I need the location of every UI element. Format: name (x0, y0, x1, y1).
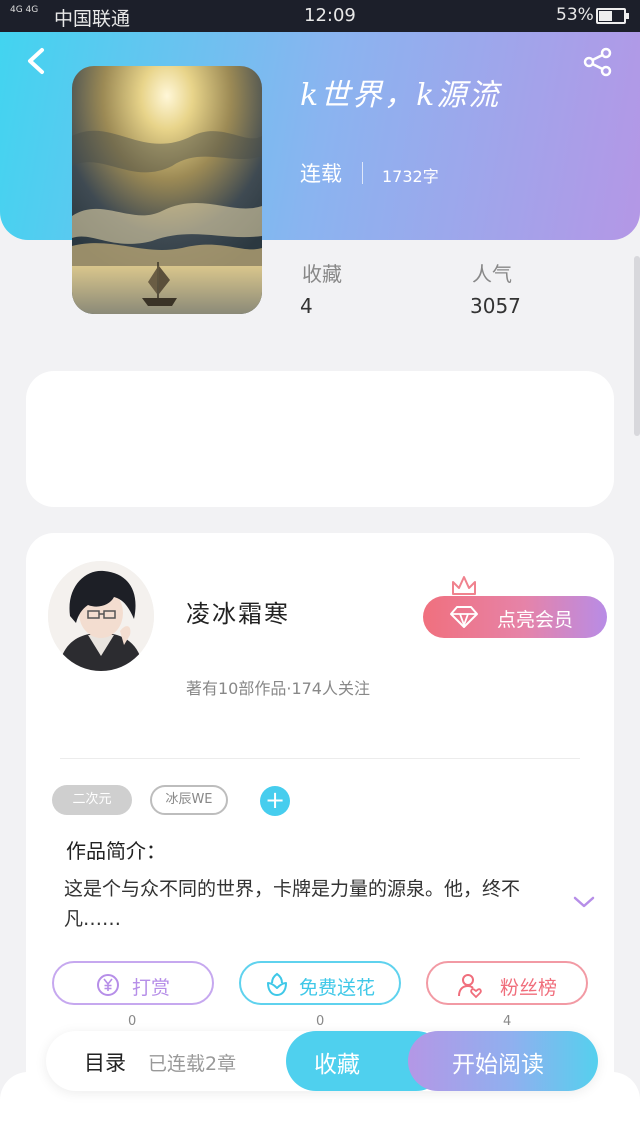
scrollbar[interactable] (634, 256, 640, 436)
battery-icon (596, 8, 629, 24)
send-flower-label: 免费送花 (299, 977, 376, 999)
fan-ranking-button[interactable]: 粉丝榜 (426, 961, 588, 1005)
author-meta: 著有10部作品·174人关注 (186, 679, 370, 698)
chapter-count: 已连载2章 (148, 1053, 237, 1075)
favorites-label: 收藏 (302, 262, 342, 286)
diamond-icon (450, 606, 478, 628)
clock: 12:09 (304, 5, 356, 26)
battery-level: 53% (556, 5, 594, 25)
serial-status: 连载 (300, 162, 342, 186)
send-flower-button[interactable]: 免费送花 (239, 961, 401, 1005)
add-tag-button[interactable]: + (260, 786, 290, 816)
collect-button-label: 收藏 (314, 1052, 360, 1078)
fan-ranking-label: 粉丝榜 (500, 977, 558, 999)
popularity-label: 人气 (472, 262, 512, 286)
back-icon[interactable] (24, 46, 48, 76)
flower-count: 0 (316, 1014, 325, 1029)
toc-button[interactable]: 目录 (84, 1047, 126, 1077)
book-cover[interactable] (72, 66, 262, 314)
divider (362, 162, 363, 184)
yen-icon (97, 974, 119, 996)
divider (60, 758, 580, 759)
status-bar: 4G 4G 中国联通 12:09 53% (0, 0, 640, 32)
start-reading-button[interactable]: 开始阅读 (408, 1031, 598, 1091)
vip-button[interactable]: 点亮会员 (423, 596, 607, 638)
start-reading-label: 开始阅读 (452, 1052, 544, 1078)
tag-chip[interactable]: 二次元 (52, 785, 132, 815)
vip-button-label: 点亮会员 (497, 609, 574, 631)
plus-icon: + (264, 786, 286, 814)
word-count: 1732字 (382, 167, 439, 186)
flower-icon (267, 972, 287, 996)
intro-title: 作品简介： (66, 839, 166, 863)
share-icon[interactable] (582, 46, 614, 78)
tip-button[interactable]: 打赏 (52, 961, 214, 1005)
fan-count: 4 (503, 1014, 512, 1029)
signal-indicator: 4G 4G (10, 5, 39, 15)
tip-count: 0 (128, 1014, 137, 1029)
chevron-down-icon[interactable] (572, 892, 596, 912)
author-avatar[interactable] (48, 561, 154, 671)
blank-card (26, 371, 614, 507)
book-title: k世界，k源流 (300, 78, 501, 113)
tag-chip[interactable]: 冰辰WE (150, 785, 228, 815)
user-heart-icon (458, 974, 482, 999)
intro-text: 这是个与众不同的世界，卡牌是力量的源泉。他，终不凡…… (64, 878, 521, 930)
carrier-name: 中国联通 (54, 8, 131, 30)
tip-button-label: 打赏 (132, 977, 171, 999)
popularity-count: 3057 (470, 294, 521, 318)
favorites-count: 4 (300, 294, 313, 318)
author-name[interactable]: 凌冰霜寒 (186, 594, 290, 629)
